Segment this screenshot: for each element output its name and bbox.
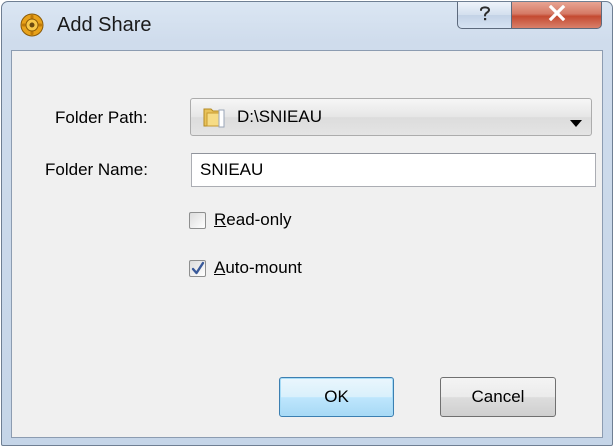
folder-name-label: Folder Name: <box>45 160 148 179</box>
gear-icon <box>20 13 44 37</box>
help-button[interactable] <box>457 2 512 29</box>
read-only-checkbox-row[interactable]: Read-only <box>189 208 292 232</box>
window-title: Add Share <box>57 14 152 36</box>
cancel-button[interactable]: Cancel <box>440 377 556 417</box>
folder-path-combobox[interactable]: D:\SNIEAU <box>190 98 592 136</box>
close-button[interactable] <box>511 2 602 29</box>
help-icon <box>477 4 493 27</box>
read-only-label-text: ead-only <box>226 210 292 229</box>
dialog-content: Folder Path: D:\SNIEAU Folder Name: SNIE… <box>11 50 603 438</box>
auto-mount-checkbox[interactable] <box>189 259 206 277</box>
folder-path-label: Folder Path: <box>55 108 148 127</box>
folder-name-field[interactable]: SNIEAU <box>191 153 596 187</box>
dialog-window: Add Share Folder Path: D:\SNIEAU Folder … <box>1 1 613 446</box>
auto-mount-checkbox-row[interactable]: Auto-mount <box>189 256 302 280</box>
checkmark-icon <box>191 261 205 274</box>
folder-path-value: D:\SNIEAU <box>237 107 323 126</box>
read-only-mnemonic: R <box>214 210 227 229</box>
chevron-down-icon[interactable] <box>570 113 582 127</box>
ok-button[interactable]: OK <box>279 377 394 417</box>
auto-mount-label-text: uto-mount <box>225 258 302 277</box>
read-only-checkbox[interactable] <box>189 211 206 229</box>
auto-mount-mnemonic: A <box>214 258 226 277</box>
read-only-label: Read-only <box>214 210 292 230</box>
folder-icon <box>202 106 226 128</box>
close-icon <box>548 4 566 26</box>
title-bar[interactable]: Add Share <box>2 2 612 50</box>
auto-mount-label: Auto-mount <box>214 258 302 278</box>
